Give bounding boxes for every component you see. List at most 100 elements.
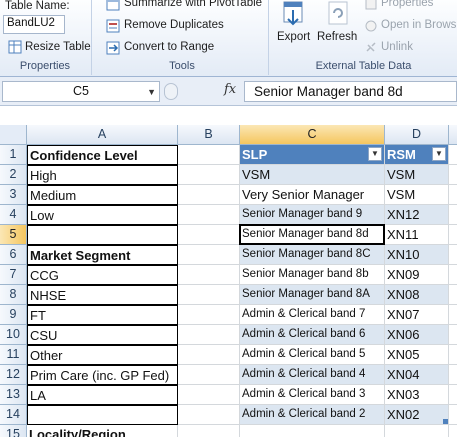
row-header[interactable]: 3	[0, 185, 27, 205]
row-header[interactable]: 5	[0, 225, 27, 245]
cell-e13[interactable]	[449, 385, 457, 405]
cell-b7[interactable]	[178, 265, 240, 285]
cell-a7[interactable]: CCG	[27, 265, 178, 285]
cell-c6[interactable]: Senior Manager band 8C	[240, 245, 385, 265]
cell-d5[interactable]: XN11	[385, 225, 449, 245]
name-box[interactable]: C5 ▼	[2, 81, 160, 102]
table-resize-handle[interactable]	[443, 419, 448, 424]
column-header-e[interactable]	[449, 125, 457, 145]
row-header[interactable]: 1	[0, 145, 27, 165]
resize-table-button[interactable]: Resize Table	[25, 41, 91, 53]
cell-a6[interactable]: Market Segment	[27, 245, 178, 265]
cell-e6[interactable]	[449, 245, 457, 265]
resize-handle[interactable]	[164, 83, 178, 100]
cell-e10[interactable]	[449, 325, 457, 345]
cell-a3[interactable]: Medium	[27, 185, 178, 205]
cell-a11[interactable]: Other	[27, 345, 178, 365]
cell-e4[interactable]	[449, 205, 457, 225]
cell-c5[interactable]: Senior Manager band 8d	[240, 225, 385, 245]
row-header[interactable]: 6	[0, 245, 27, 265]
cell-d14[interactable]: XN02	[385, 405, 449, 425]
row-header[interactable]: 10	[0, 325, 27, 345]
cell-a2[interactable]: High	[27, 165, 178, 185]
cell-e11[interactable]	[449, 345, 457, 365]
row-header[interactable]: 8	[0, 285, 27, 305]
cell-c12[interactable]: Admin & Clerical band 4	[240, 365, 385, 385]
row-header[interactable]: 9	[0, 305, 27, 325]
cell-a5[interactable]	[27, 225, 178, 245]
cell-d6[interactable]: XN10	[385, 245, 449, 265]
cell-b6[interactable]	[178, 245, 240, 265]
cell-e7[interactable]	[449, 265, 457, 285]
cell-c9[interactable]: Admin & Clerical band 7	[240, 305, 385, 325]
cell-e14[interactable]	[449, 405, 457, 425]
row-header[interactable]: 15	[0, 425, 27, 437]
cell-d3[interactable]: VSM	[385, 185, 449, 205]
cell-c8[interactable]: Senior Manager band 8A	[240, 285, 385, 305]
cell-b10[interactable]	[178, 325, 240, 345]
cell-d1[interactable]: RSM ▼	[385, 145, 449, 165]
cell-c14[interactable]: Admin & Clerical band 2	[240, 405, 385, 425]
cell-e12[interactable]	[449, 365, 457, 385]
cell-c10[interactable]: Admin & Clerical band 6	[240, 325, 385, 345]
unlink-button[interactable]: Unlink	[381, 41, 413, 53]
row-header[interactable]: 7	[0, 265, 27, 285]
cell-a8[interactable]: NHSE	[27, 285, 178, 305]
cell-c7[interactable]: Senior Manager band 8b	[240, 265, 385, 285]
cell-b8[interactable]	[178, 285, 240, 305]
column-header-a[interactable]: A	[27, 125, 178, 145]
column-header-c[interactable]: C	[240, 125, 385, 145]
cell-a14[interactable]	[27, 405, 178, 425]
cell-a12[interactable]: Prim Care (inc. GP Fed)	[27, 365, 178, 385]
cell-b1[interactable]	[178, 145, 240, 165]
properties-button[interactable]: Properties	[381, 0, 433, 9]
cell-a15[interactable]: Locality/Region	[27, 425, 178, 437]
cell-d13[interactable]: XN03	[385, 385, 449, 405]
cell-c11[interactable]: Admin & Clerical band 5	[240, 345, 385, 365]
cell-d7[interactable]: XN09	[385, 265, 449, 285]
cell-b12[interactable]	[178, 365, 240, 385]
cell-a1[interactable]: Confidence Level	[27, 145, 178, 165]
cell-e15[interactable]	[449, 425, 457, 437]
cell-e1[interactable]	[449, 145, 457, 165]
summarize-pivot-button[interactable]: Summarize with PivotTable	[124, 0, 262, 9]
cell-e5[interactable]	[449, 225, 457, 245]
cell-e3[interactable]	[449, 185, 457, 205]
refresh-button[interactable]: Refresh	[317, 31, 357, 43]
cell-a4[interactable]: Low	[27, 205, 178, 225]
cell-c4[interactable]: Senior Manager band 9	[240, 205, 385, 225]
cell-e8[interactable]	[449, 285, 457, 305]
row-header[interactable]: 2	[0, 165, 27, 185]
convert-to-range-button[interactable]: Convert to Range	[124, 41, 214, 53]
cell-b2[interactable]	[178, 165, 240, 185]
select-all-corner[interactable]	[0, 125, 27, 145]
cell-b11[interactable]	[178, 345, 240, 365]
column-header-d[interactable]: D	[385, 125, 449, 145]
filter-dropdown-icon[interactable]: ▼	[368, 147, 382, 161]
cell-d12[interactable]: XN04	[385, 365, 449, 385]
cell-d9[interactable]: XN07	[385, 305, 449, 325]
cell-d4[interactable]: XN12	[385, 205, 449, 225]
cell-b13[interactable]	[178, 385, 240, 405]
column-header-b[interactable]: B	[178, 125, 240, 145]
insert-function-icon[interactable]: fx	[224, 82, 236, 97]
cell-d11[interactable]: XN05	[385, 345, 449, 365]
cell-d2[interactable]: VSM	[385, 165, 449, 185]
cell-b4[interactable]	[178, 205, 240, 225]
filter-dropdown-icon[interactable]: ▼	[432, 147, 446, 161]
row-header[interactable]: 13	[0, 385, 27, 405]
cell-b3[interactable]	[178, 185, 240, 205]
cell-b14[interactable]	[178, 405, 240, 425]
chevron-down-icon[interactable]: ▼	[147, 83, 156, 102]
row-header[interactable]: 4	[0, 205, 27, 225]
cell-a13[interactable]: LA	[27, 385, 178, 405]
row-header[interactable]: 12	[0, 365, 27, 385]
table-name-input[interactable]: BandLU2	[3, 15, 65, 34]
cell-c3[interactable]: Very Senior Manager	[240, 185, 385, 205]
cell-c1[interactable]: SLP ▼	[240, 145, 385, 165]
cell-a9[interactable]: FT	[27, 305, 178, 325]
formula-input[interactable]: Senior Manager band 8d	[244, 81, 457, 102]
cell-d10[interactable]: XN06	[385, 325, 449, 345]
cell-d15[interactable]	[385, 425, 449, 437]
cell-d8[interactable]: XN08	[385, 285, 449, 305]
